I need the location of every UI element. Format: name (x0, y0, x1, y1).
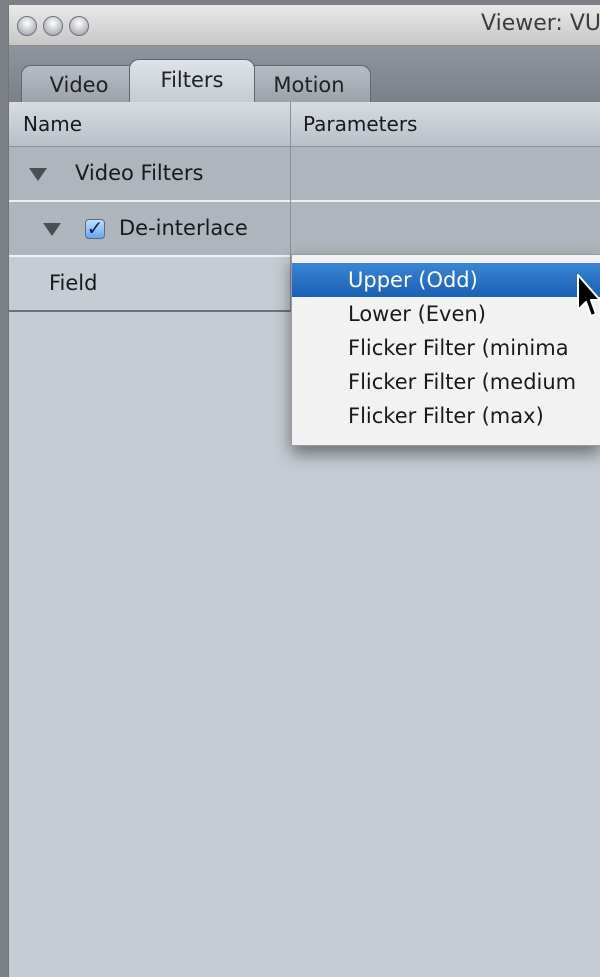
filter-enable-checkbox[interactable]: ✓ (85, 216, 105, 240)
minimize-icon[interactable] (43, 16, 63, 36)
zoom-icon[interactable] (69, 16, 89, 36)
checkmark-icon: ✓ (86, 216, 104, 240)
tab-filters[interactable]: Filters (129, 59, 255, 102)
parameter-cell (291, 147, 600, 200)
menu-item-flicker-minimal[interactable]: Flicker Filter (minima (292, 331, 600, 365)
disclosure-triangle-icon[interactable] (43, 223, 61, 236)
title-bar[interactable]: Viewer: VU (9, 5, 600, 46)
tab-motion[interactable]: Motion (247, 65, 371, 102)
arrow-cursor-icon (577, 274, 600, 317)
filter-label: De-interlace (119, 216, 248, 240)
viewer-window: Viewer: VU Video Motion Filters Name Par… (8, 5, 600, 977)
name-cell: ✓ De-interlace (9, 202, 290, 255)
group-label: Video Filters (75, 161, 204, 185)
parameter-cell (291, 202, 600, 255)
column-header: Name Parameters (9, 102, 600, 147)
tab-video[interactable]: Video (21, 65, 137, 102)
menu-item-lower-even[interactable]: Lower (Even) (292, 297, 600, 331)
menu-item-flicker-max[interactable]: Flicker Filter (max) (292, 399, 600, 433)
field-dropdown-menu[interactable]: Upper (Odd) Lower (Even) Flicker Filter … (291, 254, 600, 446)
parameter-label: Field (49, 271, 98, 295)
name-cell: Video Filters (9, 147, 290, 200)
disclosure-triangle-icon[interactable] (29, 168, 47, 181)
tree-row-video-filters[interactable]: Video Filters (9, 147, 600, 202)
close-icon[interactable] (17, 16, 37, 36)
column-header-parameters[interactable]: Parameters (303, 102, 417, 146)
tree-row-de-interlace[interactable]: ✓ De-interlace (9, 202, 600, 257)
menu-item-upper-odd[interactable]: Upper (Odd) (292, 263, 600, 297)
tab-strip: Video Motion Filters (9, 46, 600, 103)
window-title: Viewer: VU (481, 11, 600, 36)
column-header-name[interactable]: Name (23, 102, 82, 146)
menu-item-flicker-medium[interactable]: Flicker Filter (medium (292, 365, 600, 399)
name-cell: Field (9, 257, 290, 310)
